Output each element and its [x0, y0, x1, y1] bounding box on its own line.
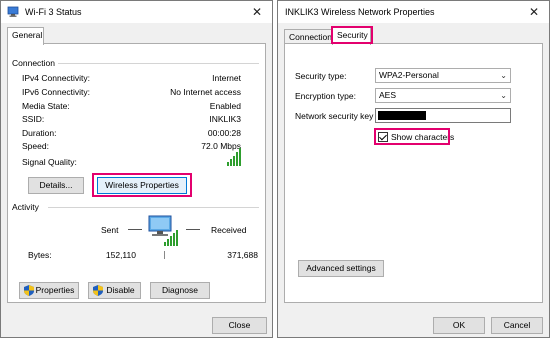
- network-key-input[interactable]: [375, 108, 511, 123]
- security-tab-highlight: [331, 26, 373, 44]
- tab-general[interactable]: General: [7, 27, 44, 45]
- status-title-bar[interactable]: Wi-Fi 3 Status ✕: [1, 1, 272, 23]
- status-tabstrip: General: [7, 27, 266, 45]
- disable-button[interactable]: Disable: [88, 282, 141, 299]
- diagnose-button[interactable]: Diagnose: [150, 282, 210, 299]
- ipv6-value: No Internet access: [170, 87, 241, 97]
- shield-icon: [93, 285, 103, 296]
- activity-computer-icon: [148, 215, 178, 246]
- activity-vertical-divider: [164, 251, 165, 259]
- security-type-value: WPA2-Personal: [379, 70, 439, 80]
- chevron-down-icon: ⌄: [500, 71, 507, 80]
- bytes-received-value: 371,688: [227, 250, 258, 260]
- network-icon: [7, 6, 19, 17]
- encryption-type-value: AES: [379, 90, 397, 100]
- properties-tabstrip: Connection Security: [284, 26, 543, 45]
- show-characters-highlight: [374, 128, 450, 145]
- properties-button[interactable]: Properties: [19, 282, 79, 299]
- close-button[interactable]: Close: [212, 317, 267, 334]
- activity-heading: Activity: [12, 202, 39, 212]
- activity-divider: [48, 207, 259, 208]
- general-tab-panel: Connection IPv4 Connectivity: Internet I…: [7, 43, 266, 303]
- network-key-redacted-value: [378, 111, 426, 120]
- wireless-properties-highlight: [92, 173, 192, 197]
- security-tab-panel: Security type: WPA2-Personal ⌄ Encryptio…: [284, 43, 543, 303]
- wifi-status-window: Wi-Fi 3 Status ✕ General Connection IPv4…: [0, 0, 273, 338]
- connection-heading: Connection: [12, 58, 56, 68]
- status-window-title: Wi-Fi 3 Status: [25, 7, 82, 17]
- sent-label: Sent: [101, 225, 119, 235]
- close-icon[interactable]: ✕: [248, 3, 266, 21]
- ipv4-label: IPv4 Connectivity:: [22, 73, 91, 83]
- speed-label: Speed:: [22, 141, 49, 151]
- network-key-label: Network security key: [295, 111, 374, 121]
- disable-button-label: Disable: [106, 285, 135, 295]
- security-type-select[interactable]: WPA2-Personal ⌄: [375, 68, 511, 83]
- duration-value: 00:00:28: [207, 128, 241, 138]
- received-label: Received: [211, 225, 247, 235]
- advanced-settings-button[interactable]: Advanced settings: [298, 260, 384, 277]
- bytes-label: Bytes:: [28, 250, 52, 260]
- properties-window-title: INKLIK3 Wireless Network Properties: [285, 7, 435, 17]
- duration-label: Duration:: [22, 128, 57, 138]
- connection-divider: [58, 63, 259, 64]
- close-icon[interactable]: ✕: [525, 3, 543, 21]
- ipv6-label: IPv6 Connectivity:: [22, 87, 91, 97]
- encryption-type-label: Encryption type:: [295, 91, 356, 101]
- ssid-label: SSID:: [22, 114, 45, 124]
- chevron-down-icon: ⌄: [500, 91, 507, 100]
- signal-bars-icon: [227, 148, 241, 166]
- received-line: [186, 229, 200, 230]
- tab-connection[interactable]: Connection: [284, 29, 332, 44]
- signal-quality-label: Signal Quality:: [22, 157, 77, 167]
- properties-title-bar[interactable]: INKLIK3 Wireless Network Properties ✕: [278, 1, 549, 23]
- shield-icon: [24, 285, 34, 296]
- bytes-sent-value: 152,110: [105, 250, 136, 260]
- ipv4-value: Internet: [212, 73, 241, 83]
- properties-button-label: Properties: [35, 285, 75, 295]
- details-button[interactable]: Details...: [28, 177, 84, 194]
- security-type-label: Security type:: [295, 71, 347, 81]
- media-state-label: Media State:: [22, 101, 70, 111]
- encryption-type-select[interactable]: AES ⌄: [375, 88, 511, 103]
- sent-line: [128, 229, 142, 230]
- wireless-properties-window: INKLIK3 Wireless Network Properties ✕ Co…: [277, 0, 550, 338]
- cancel-button[interactable]: Cancel: [491, 317, 543, 334]
- ok-button[interactable]: OK: [433, 317, 485, 334]
- media-state-value: Enabled: [209, 101, 241, 111]
- ssid-value: INKLIK3: [209, 114, 241, 124]
